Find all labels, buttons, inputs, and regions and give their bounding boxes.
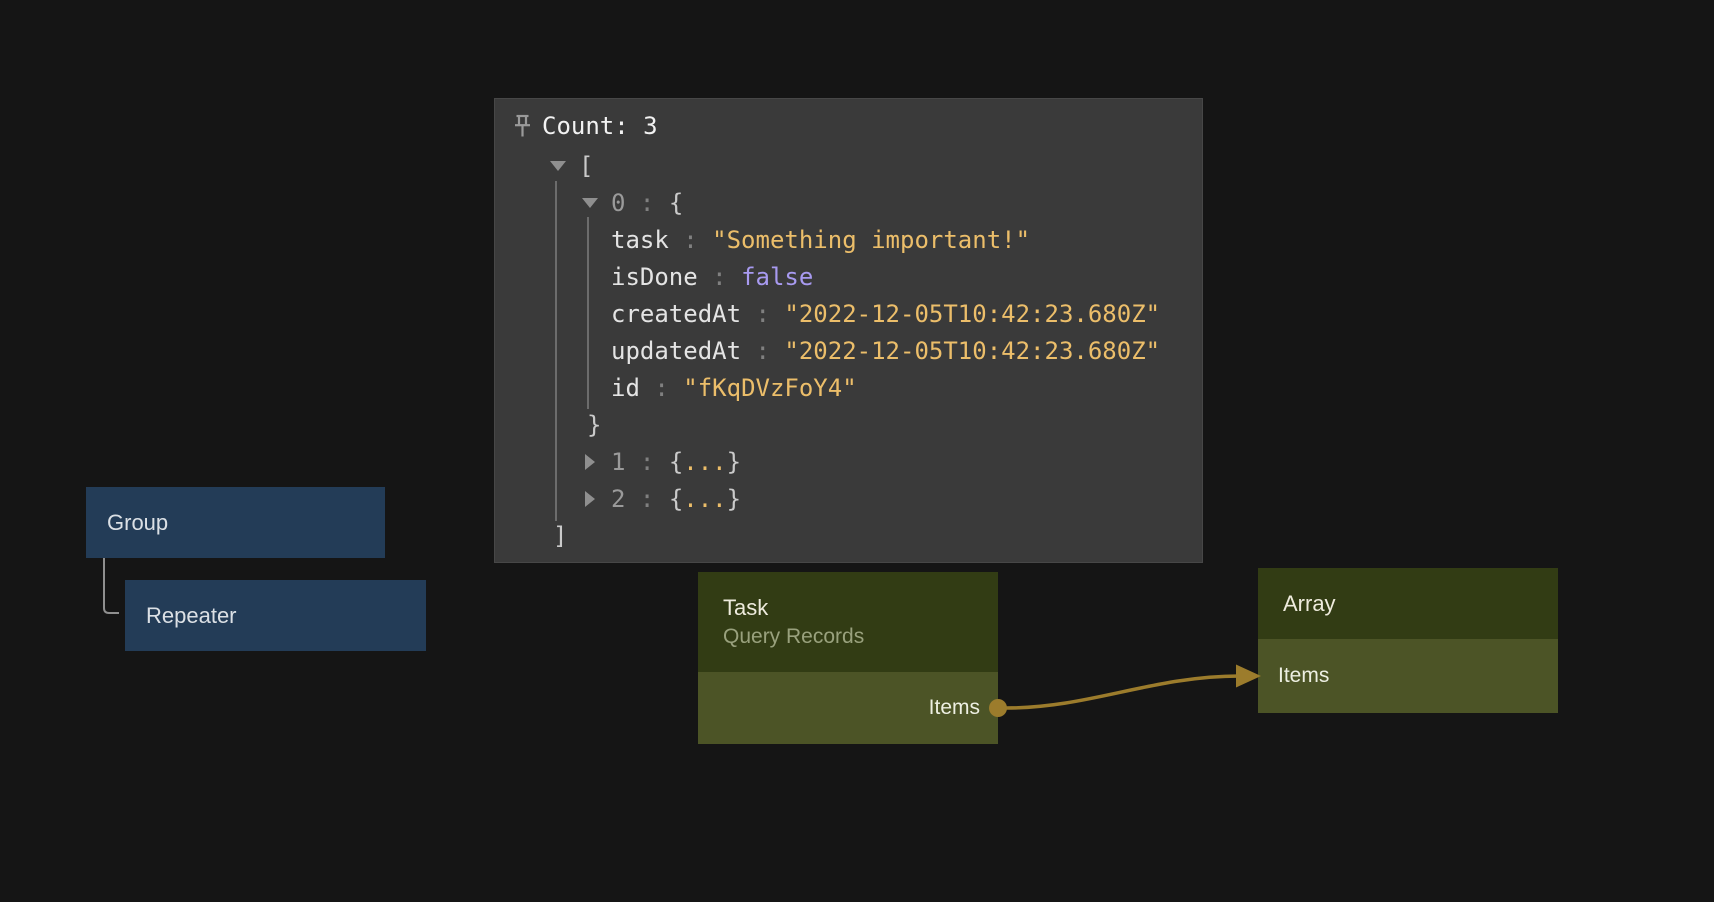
json-tree: [ 0 : { task : "Something important!" is… <box>495 147 1202 554</box>
tree-row-task: task : "Something important!" <box>495 221 1202 258</box>
node-task-ports: Items <box>698 672 998 744</box>
node-repeater[interactable]: Repeater <box>125 580 426 651</box>
node-group[interactable]: Group <box>86 487 385 558</box>
expand-toggle-icon[interactable] <box>581 453 599 471</box>
expand-toggle-icon[interactable] <box>581 490 599 508</box>
panel-title: Count: 3 <box>542 112 658 140</box>
node-task-subtitle: Query Records <box>723 623 998 651</box>
pin-icon[interactable] <box>512 113 533 139</box>
tree-row-isdone: isDone : false <box>495 258 1202 295</box>
node-array-ports: Items <box>1258 639 1558 713</box>
tree-row-createdat: createdAt : "2022-12-05T10:42:23.680Z" <box>495 295 1202 332</box>
debug-value-panel[interactable]: Count: 3 [ 0 : { task : "Something impor… <box>494 98 1203 563</box>
indent-guide-line <box>555 181 557 521</box>
node-array-header: Array <box>1258 568 1558 639</box>
array-items-input-port[interactable]: Items <box>1278 664 1329 688</box>
collapse-toggle-icon[interactable] <box>581 194 599 212</box>
node-task-title: Task <box>723 593 998 623</box>
debug-panel-header: Count: 3 <box>495 107 1202 145</box>
node-editor-canvas[interactable]: { "colors": { "background": "#151515", "… <box>0 0 1714 902</box>
tree-row-id: id : "fKqDVzFoY4" <box>495 369 1202 406</box>
tree-row-array-close: ] <box>495 517 1202 554</box>
connection-wire[interactable] <box>1006 676 1240 708</box>
tree-row-updatedat: updatedAt : "2022-12-05T10:42:23.680Z" <box>495 332 1202 369</box>
tree-row-item-0: 0 : { <box>495 184 1202 221</box>
task-items-output-port[interactable]: Items <box>929 696 980 720</box>
tree-row-item-1: 1 : {...} <box>495 443 1202 480</box>
collapse-toggle-icon[interactable] <box>549 157 567 175</box>
node-array[interactable]: Array Items <box>1258 568 1558 713</box>
node-group-label: Group <box>107 510 168 536</box>
node-repeater-label: Repeater <box>146 603 237 629</box>
hierarchy-connector-line <box>104 558 119 613</box>
tree-row-array-open: [ <box>495 147 1202 184</box>
tree-row-item-2: 2 : {...} <box>495 480 1202 517</box>
node-task-query-records[interactable]: Task Query Records Items <box>698 572 998 744</box>
node-array-title: Array <box>1283 589 1558 619</box>
tree-row-object-close: } <box>495 406 1202 443</box>
indent-guide-line <box>587 217 589 409</box>
node-task-header: Task Query Records <box>698 572 998 672</box>
